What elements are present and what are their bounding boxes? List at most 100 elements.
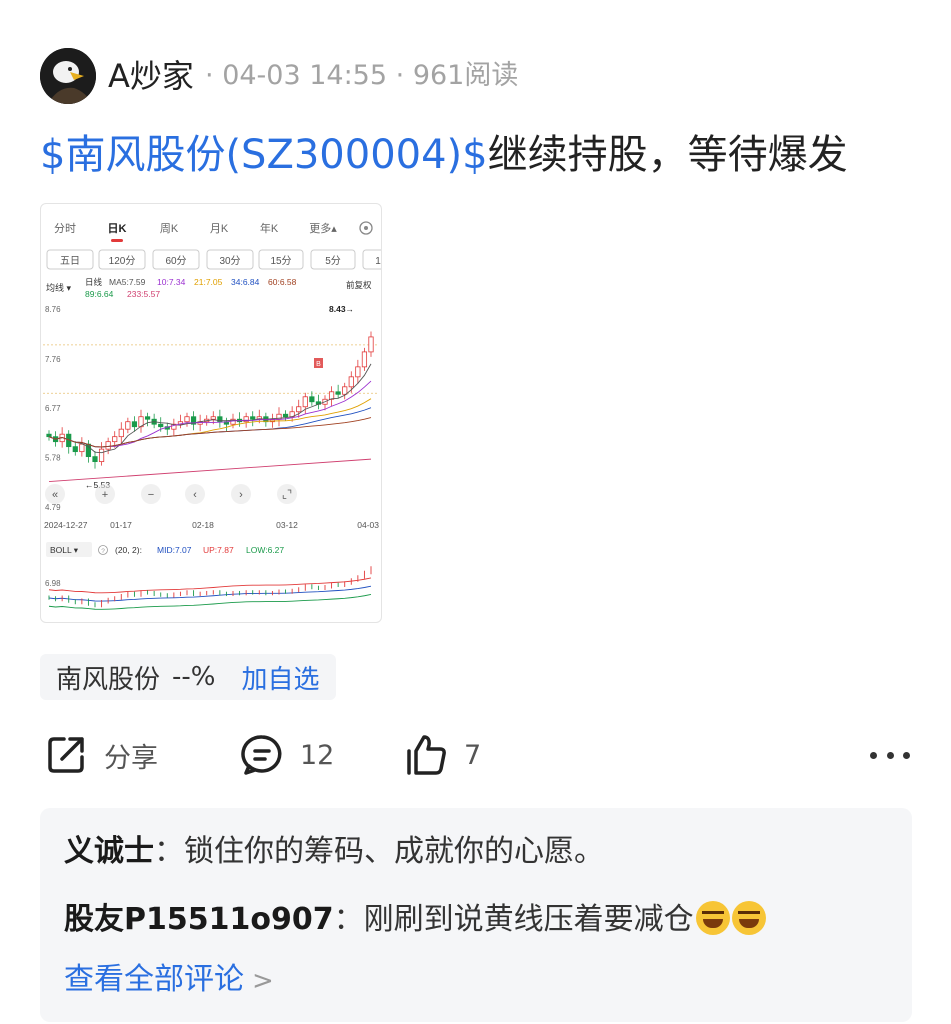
boll-up: UP:7.87 — [203, 545, 234, 555]
comment-user[interactable]: 股友P15511o907 — [64, 902, 334, 937]
date-axis-label: 03-12 — [276, 520, 298, 530]
candle — [112, 436, 118, 443]
ma-label: MA5:7.59 — [109, 277, 146, 287]
comment-button[interactable]: 12 — [240, 730, 334, 780]
meta-separator: · — [205, 60, 214, 91]
ma-line — [48, 407, 372, 448]
date-axis-label: 2024-12-27 — [44, 520, 88, 530]
comment-colon: ： — [154, 834, 184, 869]
ma233-line — [48, 458, 372, 483]
ma-label: 34:6.84 — [231, 277, 260, 287]
share-label: 分享 — [104, 742, 158, 774]
candle — [79, 443, 85, 453]
add-watchlist-button[interactable]: 加自选 — [241, 659, 319, 696]
candle — [72, 446, 78, 453]
date-axis-label: 04-03 — [357, 520, 379, 530]
thumbs-up-icon — [407, 735, 446, 775]
dot-icon — [870, 751, 877, 759]
chart-control-icon: + — [102, 489, 108, 501]
period-label: 1 — [375, 256, 381, 267]
period-label: 五日 — [60, 256, 80, 267]
candle — [210, 416, 216, 420]
stock-tag-name: 南风股份 — [56, 664, 161, 695]
candle — [309, 396, 315, 403]
candle — [296, 406, 302, 413]
view-all-label: 查看全部评论 — [64, 962, 244, 997]
date-axis-label: 01-17 — [110, 520, 132, 530]
boll-mid: MID:7.07 — [157, 545, 192, 555]
chart-tab[interactable]: 周K — [160, 222, 179, 235]
candle — [335, 391, 341, 395]
settings-icon-center — [364, 226, 368, 230]
ma-line — [48, 363, 372, 454]
chart-control-icon: « — [52, 489, 58, 501]
candle — [125, 421, 131, 430]
post-meta: · 04-03 14:55 · 961阅读 — [205, 58, 518, 94]
ma-line — [48, 417, 372, 448]
more-options-button[interactable] — [870, 742, 910, 768]
candle — [250, 416, 256, 420]
candle — [118, 428, 124, 438]
price-axis-label: 8.76 — [45, 305, 61, 314]
ma-label: 89:6.64 — [85, 289, 114, 299]
stock-link[interactable]: $南风股份(SZ300004)$ — [40, 132, 488, 178]
share-button[interactable]: 分享 — [44, 730, 158, 780]
candle — [368, 336, 374, 353]
price-axis-label: 5.78 — [45, 454, 61, 463]
stock-tag[interactable]: 南风股份 --% 加自选 — [40, 654, 336, 700]
chart-tab[interactable]: 更多▴ — [309, 221, 337, 235]
boll-params: (20, 2): — [115, 545, 142, 555]
author-name[interactable]: A炒家 — [108, 54, 194, 98]
boll-axis-label: 6.98 — [45, 579, 61, 588]
comment-icon — [241, 735, 282, 775]
ma-line — [48, 380, 372, 448]
post-title: $南风股份(SZ300004)$继续持股，等待爆发 — [40, 128, 848, 182]
boll-mid-line — [48, 585, 372, 602]
indicator-select: 均线 ▾ — [46, 282, 72, 293]
dot-icon — [886, 751, 894, 759]
candle — [184, 416, 190, 423]
high-label: 8.43→ — [329, 304, 354, 314]
comment-item[interactable]: 股友P15511o907：刚刷到说黄线压着要减仓 — [64, 900, 766, 940]
dot-icon — [903, 751, 910, 759]
chart-tab[interactable]: 月K — [210, 223, 229, 235]
post-date: 04-03 14:55 — [222, 60, 388, 91]
boll-up-line — [48, 577, 372, 594]
chart-tab[interactable]: 分时 — [54, 222, 76, 235]
tears-of-joy-emoji-icon — [731, 901, 766, 935]
like-button[interactable]: 7 — [404, 730, 481, 780]
chevron-right-icon: > — [252, 966, 274, 996]
stock-tag-change: --% — [172, 662, 216, 692]
ma-label: 60:6.58 — [268, 277, 297, 287]
avatar[interactable] — [40, 48, 96, 104]
period-label: 15分 — [270, 255, 291, 267]
ma-label: 21:7.05 — [194, 277, 223, 287]
candle — [302, 396, 308, 408]
chart-tab[interactable]: 日K — [108, 222, 127, 235]
candle — [98, 448, 105, 463]
price-axis-label: 4.79 — [45, 503, 61, 512]
candle — [355, 366, 361, 378]
candle — [158, 423, 164, 428]
comment-user[interactable]: 义诚士 — [64, 834, 154, 869]
candle — [328, 391, 335, 400]
ma-label: 日线 — [85, 277, 103, 287]
ma-label: 233:5.57 — [127, 289, 160, 299]
comment-colon: ： — [333, 902, 364, 937]
chart-tab[interactable]: 年K — [260, 221, 279, 235]
price-axis-label: 7.76 — [45, 355, 61, 364]
view-all-comments-link[interactable]: 查看全部评论 > — [64, 960, 274, 1001]
boll-select: BOLL ▾ — [50, 545, 79, 555]
comment-text: 锁住你的筹码、成就你的心愿。 — [184, 834, 604, 869]
comment-text: 刚刷到说黄线压着要减仓 — [363, 902, 694, 937]
candle — [144, 416, 151, 420]
tears-of-joy-emoji-icon — [695, 901, 730, 935]
chart-control-icon: › — [239, 489, 243, 501]
chart-image[interactable]: 分时 日K 周K 月K 年K 更多▴ 五日 120分 60分 30分 15分 5分 1 均线 ▾ 日线 MA5… — [40, 203, 382, 623]
eagle-avatar-image — [40, 48, 96, 104]
share-icon — [48, 737, 84, 773]
candle — [282, 413, 289, 418]
candle — [92, 456, 98, 463]
comment-item[interactable]: 义诚士：锁住你的筹码、成就你的心愿。 — [64, 832, 604, 872]
period-label: 30分 — [219, 255, 240, 267]
